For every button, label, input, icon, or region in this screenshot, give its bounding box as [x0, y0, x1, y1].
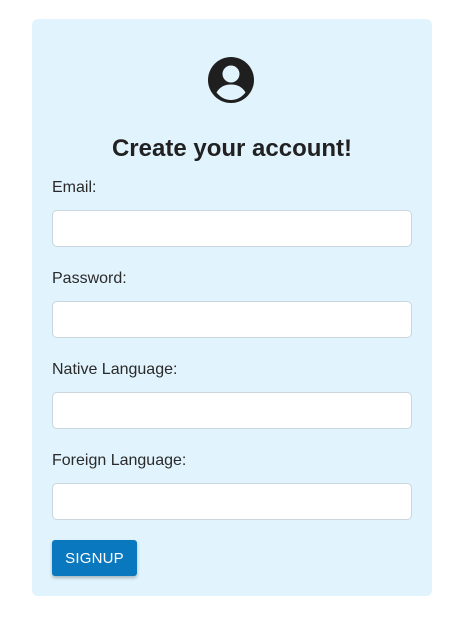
native-language-label: Native Language: — [52, 361, 178, 378]
password-field[interactable] — [52, 301, 412, 338]
form-title: Create your account! — [111, 135, 353, 162]
signup-card: Create your account! Email: Password: Na… — [32, 19, 432, 596]
email-label: Email: — [52, 179, 97, 196]
signup-button[interactable]: SIGNUP — [52, 540, 137, 576]
password-label: Password: — [52, 270, 127, 287]
foreign-language-field[interactable] — [52, 483, 412, 520]
native-language-field[interactable] — [52, 392, 412, 429]
foreign-language-label: Foreign Language: — [52, 452, 187, 469]
email-field[interactable] — [52, 210, 412, 247]
account-circle-icon — [208, 57, 254, 103]
